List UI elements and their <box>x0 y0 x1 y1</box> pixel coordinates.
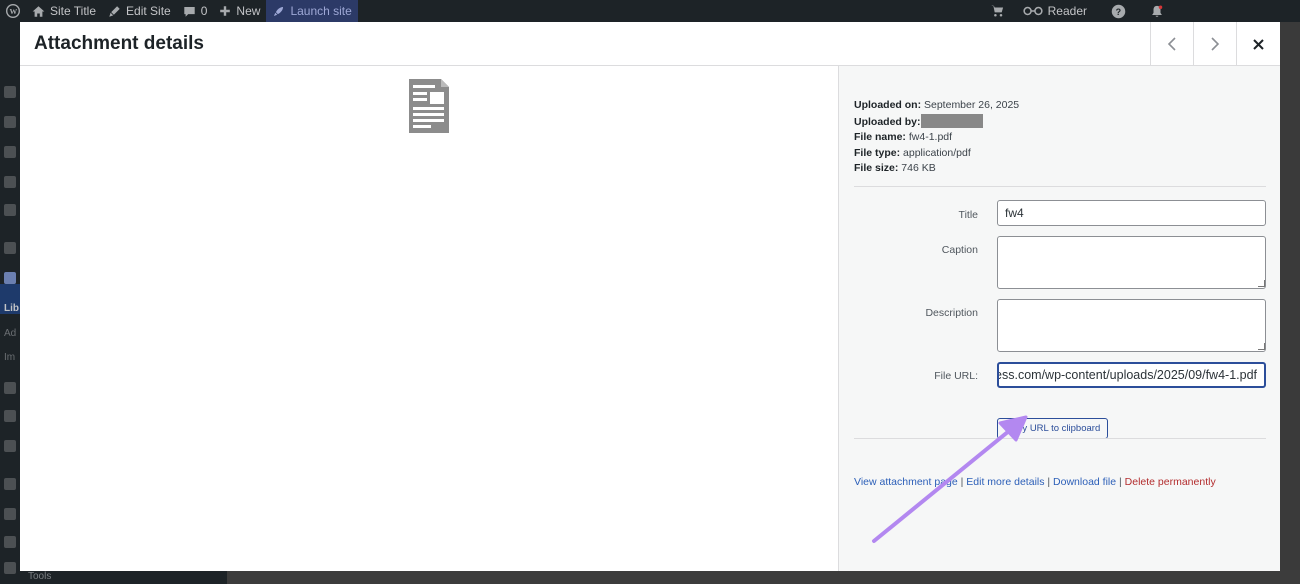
modal-header: Attachment details <box>20 22 1280 66</box>
media-icon[interactable] <box>4 272 16 284</box>
caption-label: Caption <box>941 244 978 256</box>
home-menu-icon[interactable] <box>4 116 16 128</box>
site-title-label: Site Title <box>50 4 97 18</box>
rocket-icon <box>274 6 284 16</box>
svg-text:?: ? <box>1116 6 1122 16</box>
appearance-icon[interactable] <box>4 478 16 490</box>
jetpack-icon[interactable] <box>4 204 16 216</box>
wordpress-logo-button[interactable]: W <box>0 0 26 22</box>
redacted-username <box>920 113 983 128</box>
import-submenu-label[interactable]: Im <box>4 352 15 363</box>
description-label: Description <box>925 307 978 319</box>
delete-permanently-link[interactable]: Delete permanently <box>1125 476 1216 488</box>
file-type-label: File type: <box>854 146 901 159</box>
cart-link[interactable] <box>984 0 1011 22</box>
file-type-value: application/pdf <box>903 146 971 159</box>
next-button[interactable] <box>1193 22 1236 66</box>
add-submenu-label[interactable]: Ad <box>4 328 16 339</box>
attachment-preview <box>20 66 838 571</box>
uploaded-by-label: Uploaded by: <box>854 115 921 128</box>
title-label: Title <box>958 209 978 221</box>
file-url-label: File URL: <box>934 370 978 382</box>
stats-icon[interactable] <box>4 146 16 158</box>
previous-button[interactable] <box>1150 22 1193 66</box>
comments-menu-icon[interactable] <box>4 410 16 422</box>
comments-count: 0 <box>200 4 208 18</box>
new-content-link[interactable]: New <box>213 0 266 22</box>
edit-site-link[interactable]: Edit Site <box>102 0 177 22</box>
file-name-row: File name: fw4-1.pdf <box>854 130 1019 146</box>
feedback-icon[interactable] <box>4 440 16 452</box>
new-label: New <box>236 4 261 18</box>
close-button[interactable] <box>1236 22 1280 66</box>
launch-site-label: Launch site <box>290 4 352 18</box>
file-name-label: File name: <box>854 131 906 143</box>
uploaded-on-row: Uploaded on: September 26, 2025 <box>854 98 1019 114</box>
cart-icon <box>990 5 1003 17</box>
chevron-left-icon <box>1167 37 1176 51</box>
pin-icon[interactable] <box>4 242 16 254</box>
file-size-label: File size: <box>854 162 899 174</box>
uploaded-on-value: September 26, 2025 <box>924 99 1020 111</box>
file-size-value: 746 KB <box>901 162 936 174</box>
uploaded-on-label: Uploaded on: <box>854 99 922 111</box>
document-icon <box>409 79 449 133</box>
glasses-icon <box>1023 6 1043 16</box>
launch-site-link[interactable]: Launch site <box>266 0 358 22</box>
wordpress-icon: W <box>6 4 20 18</box>
description-resize-handle[interactable] <box>1258 343 1265 350</box>
plugins-icon[interactable] <box>4 508 16 520</box>
dashboard-icon[interactable] <box>4 86 16 98</box>
library-submenu-label[interactable]: Lib <box>4 303 19 314</box>
file-name-value: fw4-1.pdf <box>908 131 953 143</box>
file-size-row: File size: 746 KB <box>854 161 1019 177</box>
admin-bar: W Site Title Edit Site 0 New Launch site… <box>0 0 1300 22</box>
bell-icon <box>1152 5 1163 17</box>
download-file-link[interactable]: Download file <box>1053 476 1116 488</box>
reader-link[interactable]: Reader <box>1017 0 1093 22</box>
attachment-details-modal: Attachment details Uploaded on: Septembe… <box>20 22 1280 571</box>
annotation-arrow <box>872 415 1028 543</box>
notifications-link[interactable] <box>1144 0 1170 22</box>
reader-label: Reader <box>1047 4 1087 18</box>
edit-site-label: Edit Site <box>126 4 171 18</box>
admin-menu: Lib Ad Im <box>0 22 20 584</box>
pages-icon[interactable] <box>4 382 16 394</box>
plus-icon <box>220 6 231 16</box>
uploaded-by-row: Uploaded by: <box>854 113 1019 131</box>
caption-resize-handle[interactable] <box>1258 280 1265 287</box>
help-icon: ? <box>1111 4 1126 18</box>
caption-textarea[interactable] <box>997 236 1266 289</box>
cart-menu-icon[interactable] <box>4 176 16 188</box>
file-url-input[interactable]: ess.com/wp-content/uploads/2025/09/fw4-1… <box>997 362 1266 388</box>
file-type-row: File type: application/pdf <box>854 146 1019 162</box>
brush-icon <box>109 5 120 17</box>
chevron-right-icon <box>1211 37 1220 51</box>
divider <box>854 186 1266 187</box>
file-meta: Uploaded on: September 26, 2025 Uploaded… <box>854 98 1019 177</box>
help-link[interactable]: ? <box>1105 0 1132 22</box>
comment-icon <box>184 6 195 17</box>
site-title-link[interactable]: Site Title <box>26 0 102 22</box>
modal-title: Attachment details <box>34 33 204 54</box>
home-icon <box>32 5 45 17</box>
description-textarea[interactable] <box>997 299 1266 352</box>
tools-icon[interactable] <box>4 562 16 574</box>
background-page-strip <box>20 570 1300 584</box>
comments-link[interactable]: 0 <box>177 0 214 22</box>
svg-text:W: W <box>10 7 18 16</box>
users-icon[interactable] <box>4 536 16 548</box>
file-url-value: ess.com/wp-content/uploads/2025/09/fw4-1… <box>997 368 1257 382</box>
title-input[interactable] <box>997 200 1266 226</box>
close-icon <box>1253 38 1264 50</box>
tools-menu-label[interactable]: Tools <box>28 571 51 582</box>
